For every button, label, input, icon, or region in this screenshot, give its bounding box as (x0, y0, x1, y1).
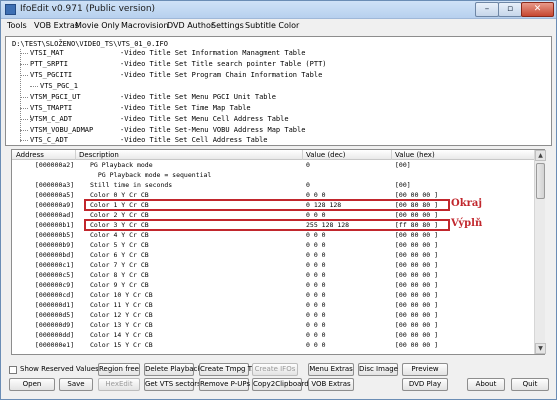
delete-playback-button[interactable]: Delete Playback (144, 363, 201, 376)
app-icon (5, 4, 16, 15)
tree-item-name: VTSM_C_ADT (30, 115, 73, 123)
tree-item-name: VTS_C_ADT (30, 136, 68, 144)
disc-image-button[interactable]: Disc Image (358, 363, 398, 376)
tree-item-desc: -Video Title Set Information Managment T… (120, 49, 306, 57)
quit-button[interactable]: Quit (511, 378, 549, 391)
tree-item-name: VTSI_MAT (30, 49, 64, 57)
tree-item-vtsi-mat[interactable]: VTSI_MAT -Video Title Set Information Ma… (20, 49, 305, 59)
menu-subtitle-color[interactable]: Subtitle Color (245, 21, 299, 30)
scroll-thumb[interactable] (536, 163, 545, 199)
table-header: Address Description Value (dec) Value (h… (12, 150, 534, 160)
get-vts-sectors-button[interactable]: Get VTS sectors (144, 378, 201, 391)
tree-item-desc: -Video Title Set Title search pointer Ta… (120, 60, 327, 68)
tree-item-vtsm-pgci-ut[interactable]: VTSM_PGCI_UT -Video Title Set Menu PGCI … (20, 93, 276, 103)
menu-macrovision[interactable]: Macrovision (121, 21, 169, 30)
title-bar: IfoEdit v0.971 (Public version) – ▫ ✕ (1, 1, 556, 19)
tree-item-name: VTS_PGCITI (30, 71, 73, 79)
table-scrollbar[interactable]: ▲ ▼ (534, 150, 546, 354)
table-row[interactable]: [000000cd] Color 10 Y Cr CB 0 0 0 [00 00 00… (12, 290, 534, 300)
close-button[interactable]: ✕ (521, 2, 554, 17)
tree-item-vts-tmapti[interactable]: VTS_TMAPTI -Video Title Set Time Map Tab… (20, 104, 251, 114)
scroll-down-arrow-icon[interactable]: ▼ (535, 343, 546, 354)
tree-item-desc: -Video Title Set Cell Address Table (120, 136, 268, 144)
table-row[interactable]: [000000c1] Color 7 Y Cr CB 0 0 0 [00 00 00 … (12, 260, 534, 270)
tree-item-name: PTT_SRPTI (30, 60, 68, 68)
highlight-border-color-row (84, 199, 450, 211)
ifo-structure-tree[interactable]: D:\TEST\SLOŽENO\VIDEO_TS\VTS_01_0.IFO VT… (5, 36, 552, 146)
show-reserved-checkbox[interactable] (9, 366, 17, 374)
menu-dvd-author[interactable]: DVD Author (167, 21, 214, 30)
menu-vob-extras[interactable]: VOB Extras (34, 21, 79, 30)
table-row[interactable]: [000000a3] Still time in seconds 0 [00] (12, 180, 534, 190)
maximize-button[interactable]: ▫ (498, 2, 522, 17)
table-row[interactable]: [000000b5] Color 4 Y Cr CB 0 0 0 [00 00 00 … (12, 230, 534, 240)
save-button[interactable]: Save (59, 378, 93, 391)
remove-pups-button[interactable]: Remove P-UPs (199, 378, 250, 391)
hexedit-button[interactable]: HexEdit (98, 378, 140, 391)
tree-item-vts-c-adt[interactable]: VTS_C_ADT -Video Title Set Cell Address … (20, 136, 268, 146)
menu-movie-only[interactable]: Movie Only (75, 21, 120, 30)
table-row[interactable]: [000000d5] Color 12 Y Cr CB 0 0 0 [00 00 00… (12, 310, 534, 320)
tree-root-path[interactable]: D:\TEST\SLOŽENO\VIDEO_TS\VTS_01_0.IFO (12, 40, 168, 48)
col-header-description[interactable]: Description (79, 151, 119, 159)
create-tmpg-button[interactable]: Create Tmpg T. (199, 363, 253, 376)
col-header-address[interactable]: Address (16, 151, 44, 159)
about-button[interactable]: About (467, 378, 505, 391)
create-ifos-button[interactable]: Create IFOs (252, 363, 298, 376)
tree-item-name: VTS_PGC_1 (40, 82, 78, 90)
menu-bar: Tools VOB Extras Movie Only Macrovision … (1, 19, 556, 35)
tree-item-desc: -Video Title Set-Menu VOBU Address Map T… (120, 126, 306, 134)
tree-item-vts-pgciti[interactable]: VTS_PGCITI -Video Title Set Program Chai… (20, 71, 322, 81)
tree-item-name: VTS_TMAPTI (30, 104, 73, 112)
dvd-play-button[interactable]: DVD Play (402, 378, 448, 391)
table-row[interactable]: [000000bd] Color 6 Y Cr CB 0 0 0 [00 00 00 … (12, 250, 534, 260)
annotation-vypln: Výplň (451, 218, 483, 229)
tree-item-desc: -Video Title Set Menu Cell Address Table (120, 115, 289, 123)
tree-item-vts-pgc-1[interactable]: VTS_PGC_1 (30, 82, 78, 92)
minimize-button[interactable]: – (475, 2, 499, 17)
table-row[interactable]: [000000c5] Color 8 Y Cr CB 0 0 0 [00 00 00 … (12, 270, 534, 280)
region-free-button[interactable]: Region free (98, 363, 140, 376)
window-title: IfoEdit v0.971 (Public version) (20, 4, 156, 14)
vob-extras-button[interactable]: VOB Extras (308, 378, 354, 391)
show-reserved-label: Show Reserved Values (20, 365, 99, 373)
table-row[interactable]: [000000dd] Color 14 Y Cr CB 0 0 0 [00 00 00… (12, 330, 534, 340)
tree-item-desc: -Video Title Set Menu PGCI Unit Table (120, 93, 276, 101)
col-header-value-hex[interactable]: Value (hex) (395, 151, 435, 159)
menu-extras-button[interactable]: Menu Extras (308, 363, 354, 376)
tree-item-name: VTSM_VOBU_ADMAP (30, 126, 94, 134)
preview-button[interactable]: Preview (402, 363, 448, 376)
tree-item-desc: -Video Title Set Program Chain Informati… (120, 71, 323, 79)
scroll-up-arrow-icon[interactable]: ▲ (535, 150, 546, 161)
annotation-okraj: Okraj (451, 198, 483, 209)
table-row[interactable]: [000000b9] Color 5 Y Cr CB 0 0 0 [00 00 00 … (12, 240, 534, 250)
col-header-value-dec[interactable]: Value (dec) (306, 151, 346, 159)
open-button[interactable]: Open (9, 378, 55, 391)
table-body: [000000a2] PG Playback mode 0 [00] PG Playb… (12, 160, 534, 355)
menu-settings[interactable]: Settings (211, 21, 244, 30)
menu-tools[interactable]: Tools (7, 21, 27, 30)
tree-item-vtsm-c-adt[interactable]: VTSM_C_ADT -Video Title Set Menu Cell Ad… (20, 115, 289, 125)
table-row[interactable]: [000000d9] Color 13 Y Cr CB 0 0 0 [00 00 00… (12, 320, 534, 330)
table-row[interactable]: [000000a2] PG Playback mode 0 [00] (12, 160, 534, 170)
ifoedit-window: IfoEdit v0.971 (Public version) – ▫ ✕ To… (0, 0, 557, 400)
tree-item-name: VTSM_PGCI_UT (30, 93, 81, 101)
tree-item-vtsm-vobu-admap[interactable]: VTSM_VOBU_ADMAP -Video Title Set-Menu VO… (20, 126, 305, 136)
table-row[interactable]: [000000c9] Color 9 Y Cr CB 0 0 0 [00 00 00 … (12, 280, 534, 290)
table-row[interactable]: [000000e1] Color 15 Y Cr CB 0 0 0 [00 00 00… (12, 340, 534, 350)
table-row[interactable]: [000000d1] Color 11 Y Cr CB 0 0 0 [00 00 00… (12, 300, 534, 310)
tree-item-desc: -Video Title Set Time Map Table (120, 104, 251, 112)
pgc-detail-table[interactable]: Address Description Value (dec) Value (h… (11, 149, 546, 355)
table-row[interactable]: PG Playback mode = sequential (12, 170, 534, 180)
copy2clipboard-button[interactable]: Copy2Clipboard (252, 378, 309, 391)
tree-item-ptt-srpti[interactable]: PTT_SRPTI -Video Title Set Title search … (20, 60, 327, 70)
highlight-fill-color-row (84, 219, 450, 231)
